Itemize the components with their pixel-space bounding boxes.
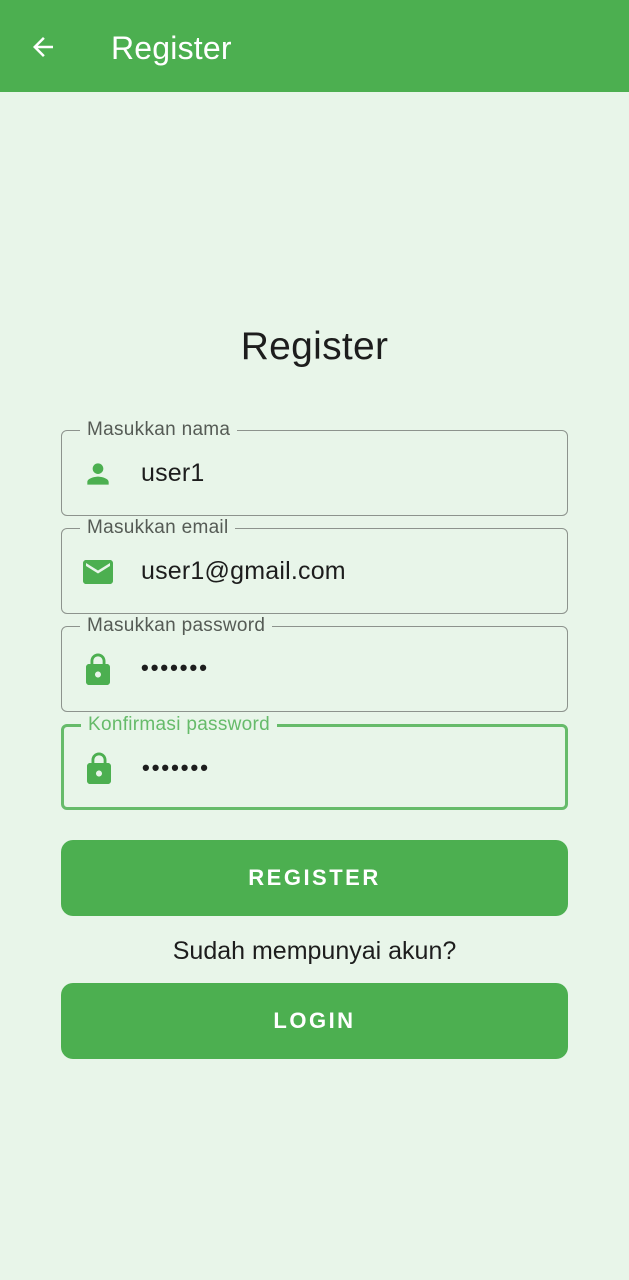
confirm-password-field[interactable]: Konfirmasi password ••••••• bbox=[61, 714, 568, 810]
email-icon bbox=[80, 554, 116, 590]
password-field-label: Masukkan password bbox=[80, 615, 273, 637]
page-title: Register bbox=[240, 325, 389, 368]
email-field[interactable]: Masukkan email user1@gmail.com bbox=[61, 517, 568, 614]
confirm-password-input[interactable]: ••••••• bbox=[142, 753, 210, 783]
login-button[interactable]: LOGIN bbox=[61, 983, 568, 1059]
name-field-label: Masukkan nama bbox=[80, 419, 238, 441]
lock-icon bbox=[80, 652, 116, 688]
register-button[interactable]: REGISTER bbox=[61, 840, 568, 916]
confirm-password-field-label: Konfirmasi password bbox=[81, 714, 278, 736]
password-input[interactable]: ••••••• bbox=[141, 653, 209, 683]
app-bar: Register bbox=[0, 0, 629, 92]
arrow-back-icon bbox=[33, 37, 53, 57]
name-field[interactable]: Masukkan nama user1 bbox=[61, 419, 568, 516]
name-input[interactable]: user1 bbox=[141, 458, 205, 488]
appbar-title: Register bbox=[111, 30, 232, 66]
password-field[interactable]: Masukkan password ••••••• bbox=[61, 615, 568, 712]
email-field-label: Masukkan email bbox=[80, 517, 236, 539]
email-input[interactable]: user1@gmail.com bbox=[141, 556, 346, 586]
lock-icon bbox=[81, 751, 117, 787]
back-button[interactable] bbox=[22, 26, 64, 68]
person-icon bbox=[80, 456, 116, 492]
have-account-prompt: Sudah mempunyai akun? bbox=[172, 937, 457, 965]
